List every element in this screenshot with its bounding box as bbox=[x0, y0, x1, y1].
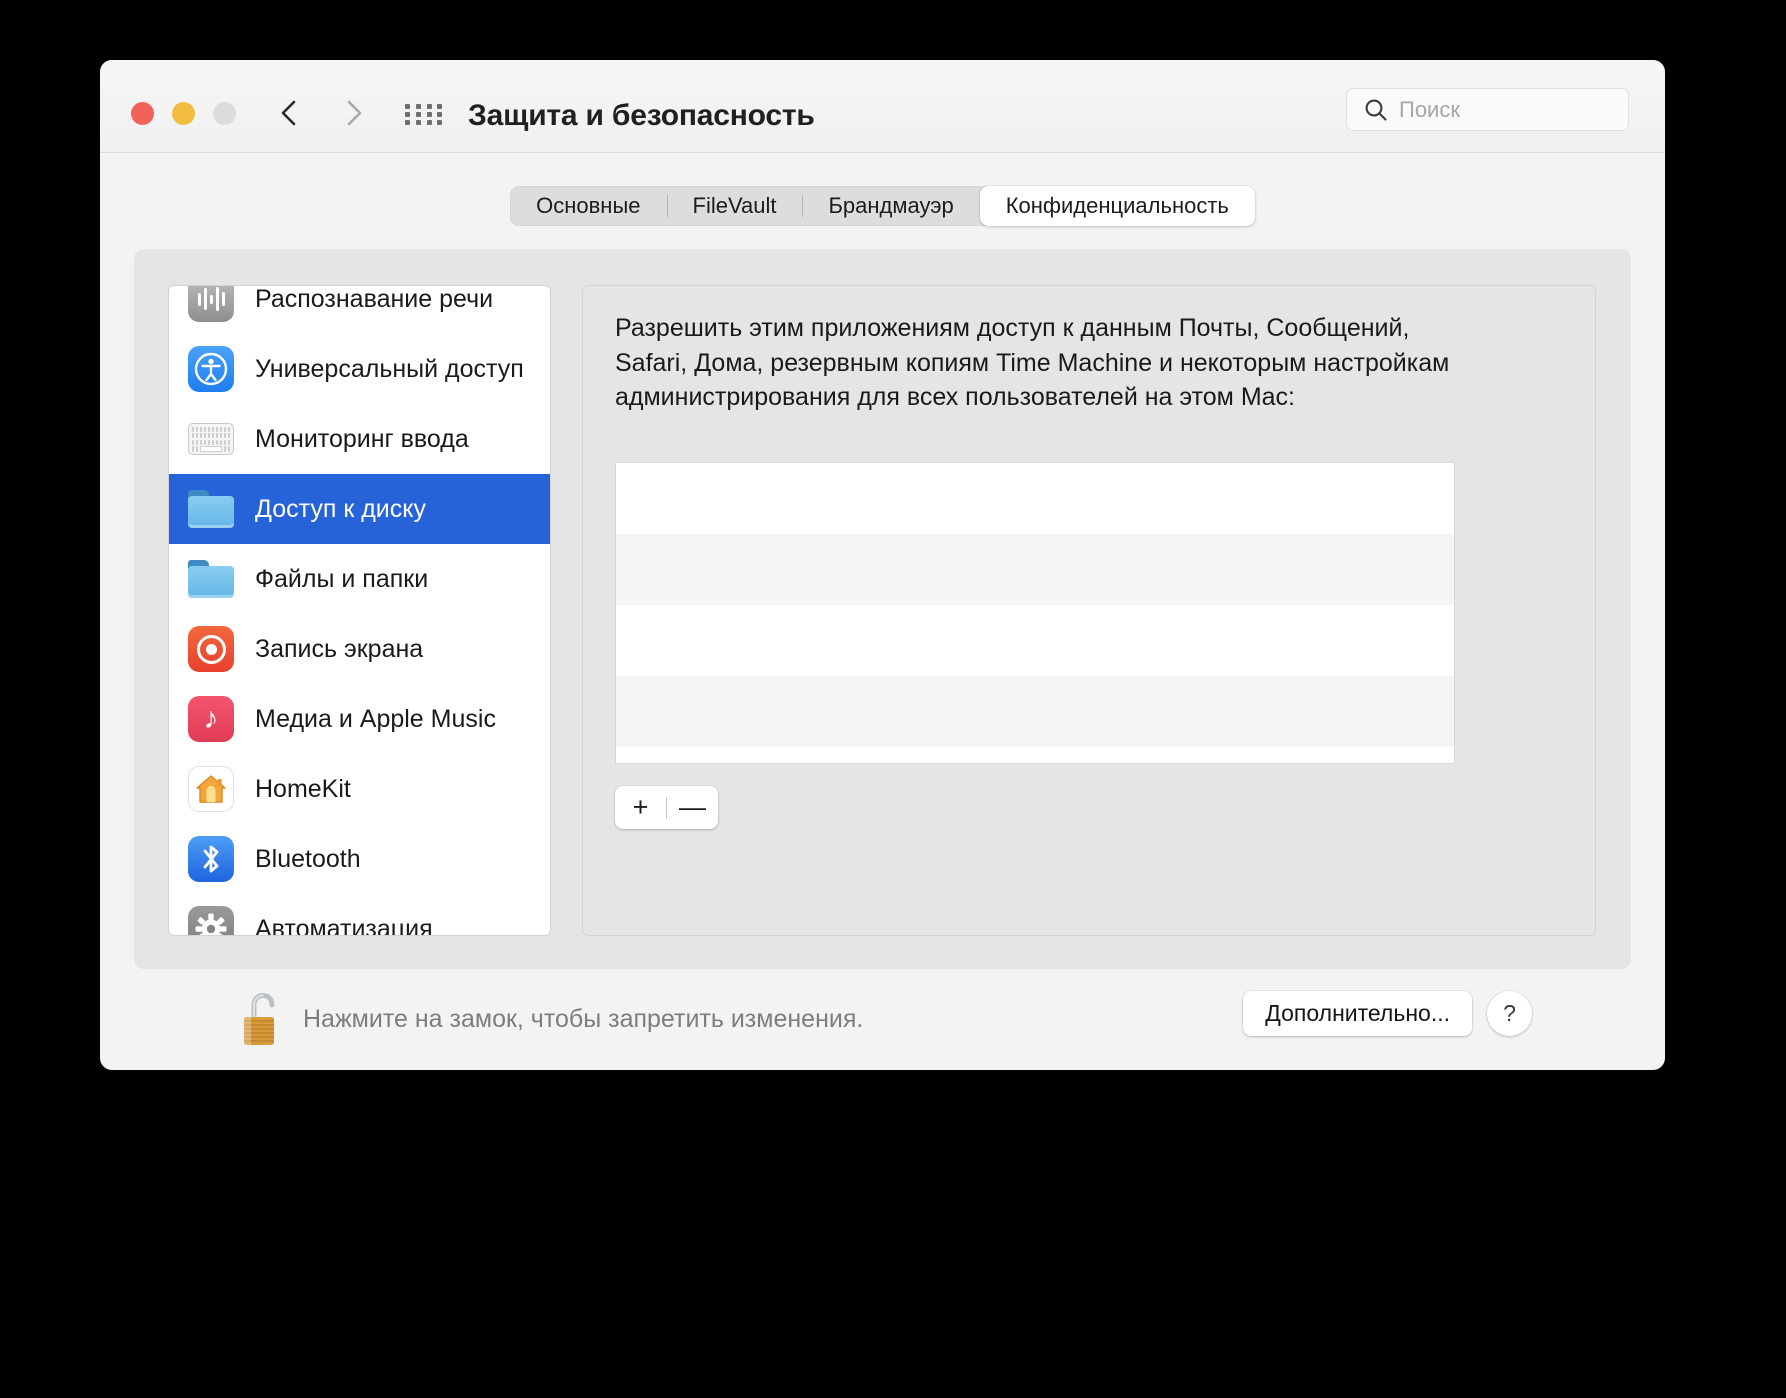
sidebar-item-speech-recognition[interactable]: Распознавание речи bbox=[169, 285, 550, 334]
folder-icon bbox=[188, 556, 234, 602]
list-item[interactable] bbox=[616, 676, 1454, 747]
bluetooth-icon bbox=[188, 836, 234, 882]
minimize-button[interactable] bbox=[172, 102, 195, 125]
sidebar-item-label: Мониторинг ввода bbox=[255, 424, 469, 453]
list-item[interactable] bbox=[616, 463, 1454, 534]
advanced-button[interactable]: Дополнительно... bbox=[1243, 991, 1472, 1036]
tab-general[interactable]: Основные bbox=[510, 186, 666, 226]
sidebar-item-homekit[interactable]: HomeKit bbox=[169, 754, 550, 824]
sidebar-item-label: Запись экрана bbox=[255, 634, 424, 663]
gear-icon bbox=[188, 906, 234, 935]
tab-bar-container: Основные FileVault Брандмауэр Конфиденци… bbox=[100, 153, 1665, 236]
accessibility-icon bbox=[188, 346, 234, 392]
search-input[interactable]: Поиск bbox=[1346, 88, 1629, 131]
tab-filevault[interactable]: FileVault bbox=[666, 186, 803, 226]
sidebar-item-media-apple-music[interactable]: ♪ Медиа и Apple Music bbox=[169, 684, 550, 754]
zoom-button[interactable] bbox=[213, 102, 236, 125]
detail-description: Разрешить этим приложениям доступ к данн… bbox=[615, 314, 1450, 411]
system-preferences-window: Защита и безопасность Поиск Основные Fil… bbox=[100, 60, 1665, 1070]
add-remove-segmented-control: + — bbox=[615, 786, 718, 829]
folder-icon bbox=[188, 486, 234, 532]
sidebar-item-label: Доступ к диску bbox=[255, 494, 426, 523]
sidebar-item-bluetooth[interactable]: Bluetooth bbox=[169, 824, 550, 894]
music-note-icon: ♪ bbox=[188, 696, 234, 742]
search-placeholder: Поиск bbox=[1399, 96, 1460, 122]
speech-waveform-icon bbox=[188, 286, 234, 322]
sidebar-item-label: Медиа и Apple Music bbox=[255, 704, 496, 733]
forward-button[interactable] bbox=[335, 94, 373, 132]
tab-firewall[interactable]: Брандмауэр bbox=[802, 186, 979, 226]
sidebar-item-label: Bluetooth bbox=[255, 844, 361, 873]
bottom-bar: Нажмите на замок, чтобы запретить измене… bbox=[100, 969, 1665, 1070]
keyboard-icon bbox=[188, 416, 234, 462]
close-button[interactable] bbox=[131, 102, 154, 125]
detail-pane: Разрешить этим приложениям доступ к данн… bbox=[582, 285, 1596, 936]
sidebar-item-automation[interactable]: Автоматизация bbox=[169, 894, 550, 936]
privacy-category-list[interactable]: Распознавание речи Универсальный доступ bbox=[168, 285, 551, 936]
sidebar-item-label: Автоматизация bbox=[255, 914, 433, 936]
screen-record-icon bbox=[188, 626, 234, 672]
home-icon bbox=[188, 766, 234, 812]
allowed-apps-list[interactable] bbox=[615, 462, 1455, 764]
sidebar-item-accessibility[interactable]: Универсальный доступ bbox=[169, 334, 550, 404]
lock-note-text: Нажмите на замок, чтобы запретить измене… bbox=[303, 1005, 864, 1033]
chevron-right-icon bbox=[347, 100, 362, 126]
list-item[interactable] bbox=[616, 534, 1454, 605]
help-button[interactable]: ? bbox=[1487, 991, 1532, 1036]
sidebar-item-files-and-folders[interactable]: Файлы и папки bbox=[169, 544, 550, 614]
sidebar-item-screen-recording[interactable]: Запись экрана bbox=[169, 614, 550, 684]
traffic-lights bbox=[131, 102, 236, 125]
privacy-panel: Распознавание речи Универсальный доступ bbox=[134, 249, 1631, 969]
tab-privacy[interactable]: Конфиденциальность bbox=[979, 186, 1255, 226]
list-item[interactable] bbox=[616, 747, 1454, 763]
sidebar-item-label: Распознавание речи bbox=[255, 285, 494, 313]
sidebar-item-label: HomeKit bbox=[255, 774, 351, 803]
sidebar-item-full-disk-access[interactable]: Доступ к диску bbox=[169, 474, 550, 544]
show-all-grid-icon[interactable] bbox=[405, 104, 445, 130]
sidebar-item-label: Универсальный доступ bbox=[255, 354, 524, 383]
sidebar-item-label: Файлы и папки bbox=[255, 564, 429, 593]
back-button[interactable] bbox=[270, 94, 308, 132]
chevron-left-icon bbox=[281, 100, 296, 126]
add-app-button[interactable]: + bbox=[615, 786, 666, 829]
tab-bar: Основные FileVault Брандмауэр Конфиденци… bbox=[510, 186, 1255, 226]
title-bar: Защита и безопасность Поиск bbox=[100, 60, 1665, 153]
search-icon bbox=[1365, 99, 1387, 121]
remove-app-button[interactable]: — bbox=[667, 786, 718, 829]
list-item[interactable] bbox=[616, 605, 1454, 676]
sidebar-item-input-monitoring[interactable]: Мониторинг ввода bbox=[169, 404, 550, 474]
unlocked-padlock-icon[interactable] bbox=[240, 989, 288, 1049]
page-title: Защита и безопасность bbox=[468, 99, 815, 132]
